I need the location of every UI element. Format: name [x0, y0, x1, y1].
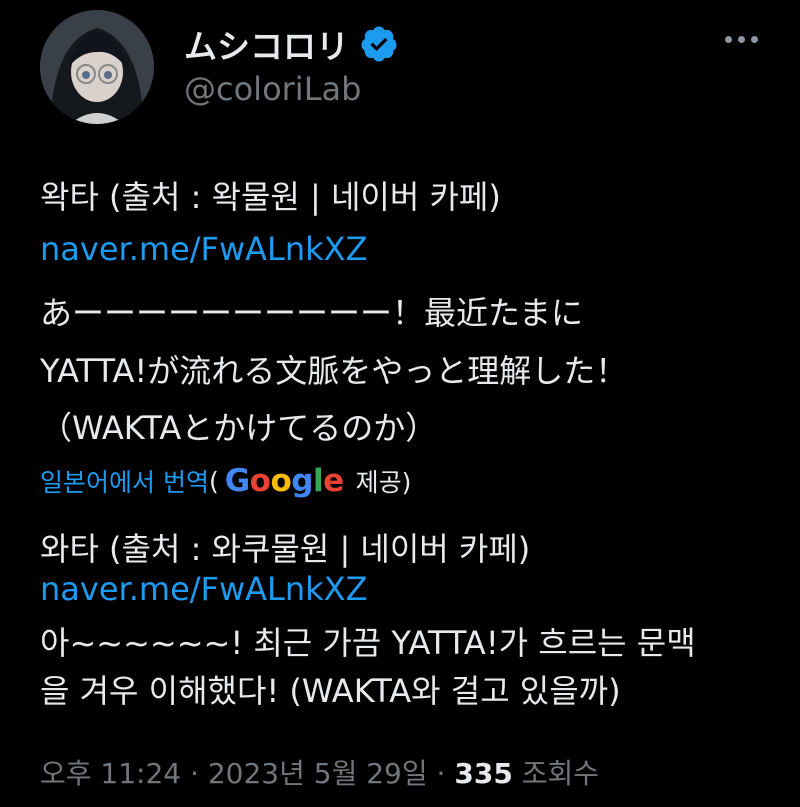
- avatar[interactable]: [40, 10, 154, 124]
- meta-separator: ·: [190, 757, 199, 790]
- more-options-icon[interactable]: [725, 36, 758, 43]
- views-label: 조회수: [521, 757, 599, 790]
- verified-badge-icon: [361, 26, 397, 62]
- tweet-line: 왁타 (출처 : 왁물원 | 네이버 카페): [40, 178, 501, 216]
- tweet-line: あーーーーーーーーーー！最近たまに: [40, 294, 584, 332]
- translated-line: 을 겨우 이해했다! (WAKTA와 걸고 있을까): [40, 672, 621, 710]
- google-logo: Google: [224, 463, 344, 499]
- provider-suffix: 제공): [355, 468, 412, 497]
- tweet-date[interactable]: 2023년 5월 29일: [208, 757, 428, 790]
- tweet-link[interactable]: naver.me/FwALnkXZ: [40, 230, 368, 268]
- tweet-time[interactable]: 오후 11:24: [40, 757, 181, 790]
- translation-attribution: 일본어에서 번역 ( Google 제공): [40, 463, 411, 499]
- tweet-meta: 오후 11:24 · 2023년 5월 29일 · 335 조회수: [40, 752, 599, 792]
- tweet-line: （WAKTAとかけてるのか）: [40, 409, 438, 447]
- display-name[interactable]: ムシコロリ: [184, 20, 349, 68]
- translated-link[interactable]: naver.me/FwALnkXZ: [40, 570, 368, 608]
- user-handle[interactable]: @coloriLab: [184, 70, 361, 108]
- translated-line: 아~~~~~~! 최근 가끔 YATTA!가 흐르는 문맥: [40, 624, 696, 662]
- views-count: 335: [454, 757, 513, 790]
- translated-from-label[interactable]: 일본어에서 번역: [40, 463, 209, 499]
- translated-line: 와타 (출처 : 와쿠물원 | 네이버 카페): [40, 530, 531, 568]
- tweet-line: YATTA!が流れる文脈をやっと理解した！: [40, 352, 628, 390]
- provider-open-paren: (: [208, 466, 219, 496]
- meta-separator: ·: [436, 757, 446, 790]
